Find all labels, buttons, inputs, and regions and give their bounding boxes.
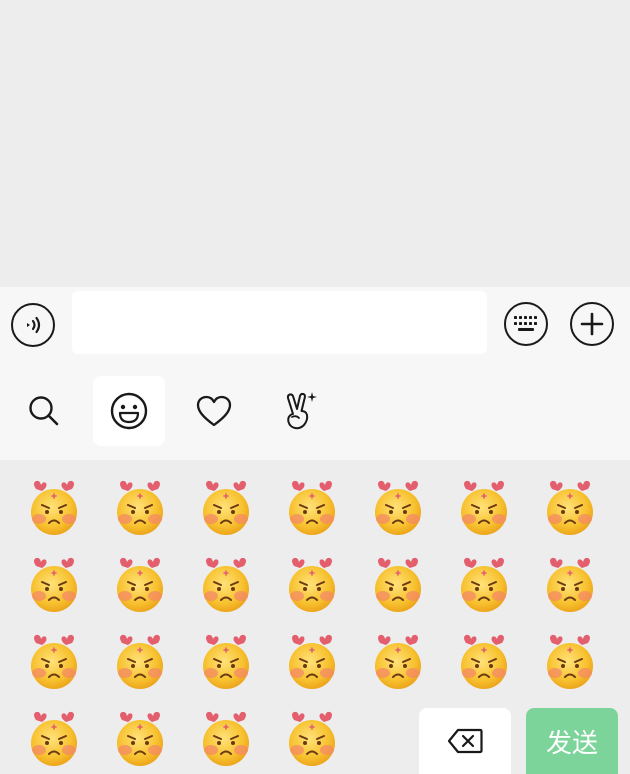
angry-face-emoji-icon (289, 711, 335, 766)
angry-face-emoji-icon (461, 557, 507, 612)
angry-face-emoji-icon (203, 557, 249, 612)
heart-icon (196, 395, 232, 427)
angry-face-emoji-icon (375, 634, 421, 689)
emoji-item[interactable] (24, 555, 84, 615)
angry-face-emoji-icon (547, 557, 593, 612)
emoji-item[interactable] (368, 478, 428, 538)
emoji-item[interactable] (110, 632, 170, 692)
emoji-item[interactable] (454, 632, 514, 692)
angry-face-emoji-icon (31, 634, 77, 689)
chat-messages-area[interactable] (0, 0, 630, 287)
emoji-item[interactable] (540, 632, 600, 692)
emoji-item[interactable] (282, 555, 342, 615)
angry-face-emoji-icon (203, 634, 249, 689)
backspace-icon (447, 728, 483, 754)
message-input[interactable] (72, 291, 487, 354)
voice-input-button[interactable] (11, 303, 55, 347)
tab-emoji[interactable] (93, 376, 165, 446)
keyboard-toggle-button[interactable] (504, 302, 548, 346)
emoji-item[interactable] (282, 709, 342, 769)
angry-face-emoji-icon (289, 634, 335, 689)
tab-search[interactable] (8, 376, 80, 446)
emoji-item[interactable] (540, 555, 600, 615)
chat-input-bar (0, 287, 630, 360)
voice-icon (27, 316, 41, 334)
plus-icon (580, 312, 604, 336)
emoji-item[interactable] (110, 555, 170, 615)
emoji-category-tabs (0, 360, 630, 460)
emoji-item[interactable] (282, 632, 342, 692)
angry-face-emoji-icon (117, 557, 163, 612)
angry-face-emoji-icon (547, 634, 593, 689)
emoji-item[interactable] (24, 709, 84, 769)
angry-face-emoji-icon (203, 711, 249, 766)
tab-stickers[interactable] (263, 376, 335, 446)
angry-face-emoji-icon (547, 480, 593, 535)
keyboard-icon (514, 316, 537, 331)
angry-face-emoji-icon (289, 557, 335, 612)
emoji-item[interactable] (196, 555, 256, 615)
angry-face-emoji-icon (461, 480, 507, 535)
angry-face-emoji-icon (375, 480, 421, 535)
angry-face-emoji-icon (117, 634, 163, 689)
angry-face-emoji-icon (31, 480, 77, 535)
angry-face-emoji-icon (117, 711, 163, 766)
emoji-item[interactable] (24, 478, 84, 538)
emoji-item[interactable] (196, 709, 256, 769)
emoji-item[interactable] (454, 555, 514, 615)
angry-face-emoji-icon (117, 480, 163, 535)
angry-face-emoji-icon (203, 480, 249, 535)
emoji-item[interactable] (454, 478, 514, 538)
angry-face-emoji-icon (461, 634, 507, 689)
emoji-item[interactable] (540, 478, 600, 538)
angry-face-emoji-icon (31, 557, 77, 612)
emoji-item[interactable] (110, 478, 170, 538)
emoji-item[interactable] (196, 478, 256, 538)
search-icon (29, 396, 59, 426)
more-options-button[interactable] (570, 302, 614, 346)
emoji-item[interactable] (282, 478, 342, 538)
emoji-item[interactable] (110, 709, 170, 769)
emoji-item[interactable] (368, 555, 428, 615)
delete-button[interactable] (419, 708, 511, 774)
emoji-item[interactable] (368, 632, 428, 692)
tab-favorites[interactable] (178, 376, 250, 446)
chat-screen: 发送 (0, 0, 630, 774)
emoji-item[interactable] (24, 632, 84, 692)
angry-face-emoji-icon (375, 557, 421, 612)
emoji-panel: 发送 (0, 460, 630, 774)
smiley-face-icon (110, 392, 148, 430)
angry-face-emoji-icon (31, 711, 77, 766)
send-button[interactable]: 发送 (526, 708, 618, 774)
angry-face-emoji-icon (289, 480, 335, 535)
emoji-item[interactable] (196, 632, 256, 692)
peace-hand-sparkle-icon (286, 392, 317, 430)
